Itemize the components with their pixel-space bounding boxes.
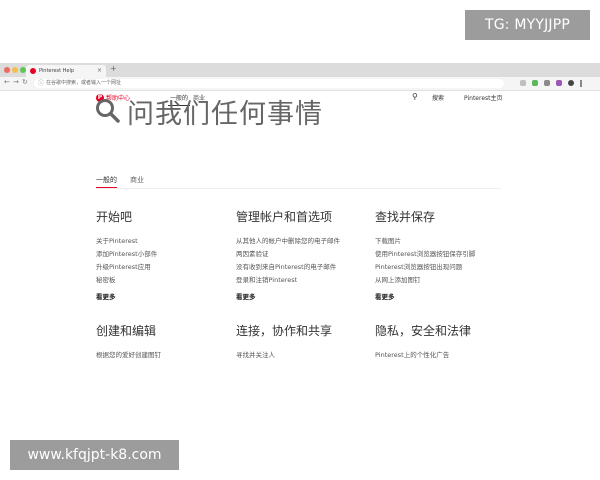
article-link[interactable]: 关于Pinterest <box>96 235 226 248</box>
article-link[interactable]: 两因素验证 <box>236 248 366 261</box>
search-link[interactable]: 搜索 <box>432 93 444 102</box>
new-tab-button[interactable]: + <box>110 64 117 73</box>
info-icon: ⓘ <box>38 80 45 87</box>
category-getting-started: 开始吧 关于Pinterest 添加Pinterest小部件 升级Pintere… <box>96 208 226 304</box>
category-create-edit: 创建和编辑 根据您的爱好创建图钉 <box>96 322 226 362</box>
category-title[interactable]: 查找并保存 <box>375 208 505 225</box>
see-more-link[interactable]: 看更多 <box>96 291 226 304</box>
pinterest-home-link[interactable]: Pinterest主页 <box>464 93 503 102</box>
category-title[interactable]: 开始吧 <box>96 208 226 225</box>
back-arrow-icon[interactable]: ← <box>4 78 10 86</box>
category-title[interactable]: 隐私，安全和法律 <box>375 322 505 339</box>
category-connect-share: 连接，协作和共享 寻找并关注人 <box>236 322 366 362</box>
article-link[interactable]: 下载图片 <box>375 235 505 248</box>
article-link[interactable]: Pinterest浏览器按钮出现问题 <box>375 261 505 274</box>
reload-icon[interactable]: ↻ <box>22 78 28 86</box>
close-tab-icon[interactable]: × <box>97 65 102 77</box>
address-bar[interactable]: ⓘ 在谷歌中搜索，或者输入一个网址 <box>34 79 504 88</box>
hero-search[interactable]: 问我们任何事情 <box>95 90 415 130</box>
article-link[interactable]: 添加Pinterest小部件 <box>96 248 226 261</box>
article-link[interactable]: Pinterest上的个性化广告 <box>375 349 505 362</box>
article-link[interactable]: 秘密板 <box>96 274 226 287</box>
see-more-link[interactable]: 看更多 <box>236 291 366 304</box>
forward-arrow-icon[interactable]: → <box>13 78 19 86</box>
category-title[interactable]: 创建和编辑 <box>96 322 226 339</box>
minimize-window-button[interactable] <box>12 67 18 73</box>
browser-tab[interactable]: Pinterest Help × <box>26 65 106 77</box>
category-privacy-safety: 隐私，安全和法律 Pinterest上的个性化广告 <box>375 322 505 362</box>
tab-business[interactable]: 商业 <box>130 175 144 185</box>
pinterest-favicon-icon <box>30 68 36 74</box>
category-find-save: 查找并保存 下载图片 使用Pinterest浏览器按钮保存引脚 Pinteres… <box>375 208 505 304</box>
hero-title: 问我们任何事情 <box>127 99 323 130</box>
tab-divider <box>96 188 501 189</box>
extension-icon[interactable] <box>532 80 538 86</box>
article-link[interactable]: 从网上添加图钉 <box>375 274 505 287</box>
extension-icon[interactable] <box>556 80 562 86</box>
article-link[interactable]: 使用Pinterest浏览器按钮保存引脚 <box>375 248 505 261</box>
extension-icon[interactable] <box>544 80 550 86</box>
category-title[interactable]: 管理帐户和首选项 <box>236 208 366 225</box>
article-link[interactable]: 根据您的爱好创建图钉 <box>96 349 226 362</box>
tab-general[interactable]: 一般的 <box>96 175 117 188</box>
browser-menu-icon[interactable] <box>580 80 582 87</box>
see-more-link[interactable]: 看更多 <box>375 291 505 304</box>
article-link[interactable]: 登录和注销Pinterest <box>236 274 366 287</box>
article-link[interactable]: 寻找并关注人 <box>236 349 366 362</box>
close-window-button[interactable] <box>4 67 10 73</box>
browser-toolbar: ← → ↻ ⓘ 在谷歌中搜索，或者输入一个网址 <box>0 77 600 91</box>
article-link[interactable]: 没有收到来自Pinterest的电子邮件 <box>236 261 366 274</box>
address-text: 在谷歌中搜索，或者输入一个网址 <box>46 80 122 86</box>
profile-avatar-icon[interactable] <box>568 80 574 86</box>
watermark-top: TG: MYYJJPP <box>465 10 590 40</box>
category-title[interactable]: 连接，协作和共享 <box>236 322 366 339</box>
watermark-bottom: www.kfqjpt-k8.com <box>10 440 179 470</box>
category-account: 管理帐户和首选项 从其他人的帐户中删除您的电子邮件 两因素验证 没有收到来自Pi… <box>236 208 366 304</box>
extension-icon[interactable] <box>520 80 526 86</box>
search-icon <box>96 99 120 123</box>
tab-title: Pinterest Help <box>39 68 75 74</box>
tab-strip: Pinterest Help × + <box>0 63 600 77</box>
article-link[interactable]: 从其他人的帐户中删除您的电子邮件 <box>236 235 366 248</box>
article-link[interactable]: 升级Pinterest应用 <box>96 261 226 274</box>
